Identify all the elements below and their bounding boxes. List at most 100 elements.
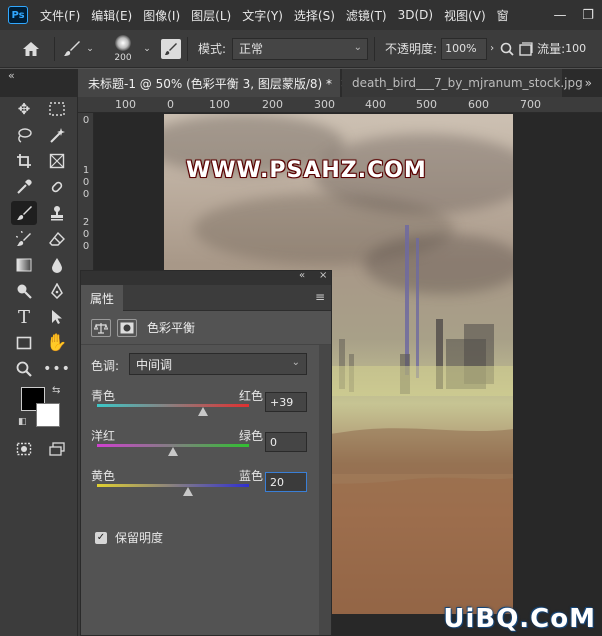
- brush-size-preview[interactable]: 200: [105, 32, 141, 66]
- separator: [374, 36, 376, 61]
- slider-thumb[interactable]: [168, 447, 178, 456]
- chevron-down-icon[interactable]: ⌄: [83, 44, 97, 54]
- ruler-label: 600: [468, 98, 489, 111]
- slider-thumb[interactable]: [183, 487, 194, 496]
- path-selection-tool-icon[interactable]: [44, 305, 70, 329]
- type-tool-icon[interactable]: T: [11, 305, 37, 329]
- brush-tip-icon: [115, 34, 131, 51]
- brush-tool-icon[interactable]: [11, 201, 37, 225]
- tab-active-document[interactable]: 未标题-1 @ 50% (色彩平衡 3, 图层蒙版/8) * ×: [78, 69, 350, 97]
- chevron-right-icon[interactable]: ›: [487, 43, 497, 54]
- opacity-value: 100%: [445, 42, 477, 55]
- menu-3d[interactable]: 3D(D): [398, 8, 433, 22]
- ruler-label: 0: [82, 115, 90, 126]
- tab-document-stock[interactable]: death_bird___7_by_mjranum_stock.jpg: [342, 69, 583, 97]
- tab-label: death_bird___7_by_mjranum_stock.jpg: [352, 76, 583, 90]
- default-colors-icon[interactable]: ◧: [18, 417, 27, 427]
- menu-layer[interactable]: 图层(L): [191, 7, 231, 24]
- menu-select[interactable]: 选择(S): [294, 7, 335, 24]
- hand-tool-icon[interactable]: ✋: [44, 331, 70, 355]
- ruler-horizontal[interactable]: 100 0 100 200 300 400 500 600 700: [78, 97, 602, 113]
- magic-wand-tool-icon[interactable]: [44, 123, 70, 147]
- balance-scale-icon[interactable]: [91, 318, 111, 337]
- preserve-luminosity-checkbox[interactable]: ✓: [95, 531, 107, 544]
- panel-title-strip: « ×: [81, 270, 331, 285]
- panel-scrollbar[interactable]: [319, 345, 331, 635]
- move-tool-icon[interactable]: ✥: [11, 97, 37, 121]
- menu-file[interactable]: 文件(F): [40, 7, 80, 24]
- gradient-tool-icon[interactable]: [11, 253, 37, 277]
- more-tabs-icon[interactable]: »: [585, 76, 592, 90]
- slider-track[interactable]: [97, 484, 249, 487]
- brush-settings-icon[interactable]: [161, 38, 181, 59]
- slider-value-input[interactable]: 0: [265, 432, 307, 452]
- collapse-toolbar-icon[interactable]: «: [8, 69, 15, 82]
- tone-select[interactable]: 中间调 ⌄: [129, 353, 307, 375]
- separator: [187, 36, 188, 61]
- menu-image[interactable]: 图像(I): [143, 7, 180, 24]
- healing-brush-tool-icon[interactable]: [44, 175, 70, 199]
- background-color-swatch[interactable]: [36, 403, 60, 427]
- collapse-panel-icon[interactable]: «: [299, 270, 305, 281]
- ruler-label: 400: [365, 98, 386, 111]
- ruler-label: 2: [82, 217, 90, 228]
- dodge-tool-icon[interactable]: [11, 279, 37, 303]
- minimize-button[interactable]: —: [546, 0, 574, 30]
- properties-panel: « × 属性 ≡ 色彩平衡 色调: 中间调 ⌄ 青色 红色 +39 洋红 绿色: [80, 270, 332, 636]
- menu-window[interactable]: 窗: [497, 7, 509, 24]
- pen-tool-icon[interactable]: [44, 279, 70, 303]
- ruler-label: 100: [115, 98, 136, 111]
- adjustment-title: 色彩平衡: [147, 321, 196, 335]
- more-tools-icon[interactable]: •••: [43, 357, 70, 381]
- site-watermark: UiBQ.CoM: [443, 604, 596, 634]
- slider-track[interactable]: [97, 404, 249, 407]
- home-icon[interactable]: [14, 34, 48, 64]
- window-controls: — ❐: [546, 0, 602, 30]
- opacity-input[interactable]: 100%: [441, 37, 488, 60]
- slider-value-input[interactable]: +39: [265, 392, 307, 412]
- chevron-down-icon: ⌄: [353, 41, 363, 53]
- swap-colors-icon[interactable]: ⇆: [52, 385, 60, 396]
- ruler-label: 0: [167, 98, 174, 111]
- color-balance-controls: 色调: 中间调 ⌄ 青色 红色 +39 洋红 绿色 0 黄色 蓝色 20 ✓ 保…: [81, 345, 331, 635]
- mode-label: 模式:: [198, 42, 227, 56]
- marquee-tool-icon[interactable]: [44, 97, 70, 121]
- crop-tool-icon[interactable]: [11, 149, 37, 173]
- rectangle-tool-icon[interactable]: [11, 331, 37, 355]
- flow-value[interactable]: 100: [565, 42, 586, 55]
- slider-right-label: 红色: [239, 389, 264, 403]
- pressure-opacity-icon[interactable]: [497, 42, 517, 56]
- menu-filter[interactable]: 滤镜(T): [346, 7, 387, 24]
- menu-view[interactable]: 视图(V): [444, 7, 486, 24]
- slider-left-label: 青色: [91, 389, 116, 403]
- slider-yellow-blue: 黄色 蓝色 20: [91, 467, 323, 507]
- screen-mode-icon[interactable]: [44, 437, 70, 461]
- blend-mode-select[interactable]: 正常 ⌄: [232, 37, 369, 60]
- preserve-luminosity-option[interactable]: ✓ 保留明度: [95, 529, 163, 546]
- close-icon[interactable]: ×: [319, 270, 327, 281]
- menu-edit[interactable]: 编辑(E): [91, 7, 132, 24]
- ruler-label: 0: [82, 229, 90, 240]
- zoom-tool-icon[interactable]: [11, 357, 37, 381]
- flow-icon[interactable]: [517, 41, 535, 56]
- stamp-tool-icon[interactable]: [44, 201, 70, 225]
- ruler-label: 0: [82, 189, 90, 200]
- chevron-down-icon[interactable]: ⌄: [141, 44, 153, 54]
- eyedropper-tool-icon[interactable]: [11, 175, 37, 199]
- blur-tool-icon[interactable]: [44, 253, 70, 277]
- history-brush-tool-icon[interactable]: [11, 227, 37, 251]
- lasso-tool-icon[interactable]: [11, 123, 37, 147]
- menu-type[interactable]: 文字(Y): [242, 7, 283, 24]
- tone-label: 色调:: [91, 359, 120, 373]
- canvas-watermark-text: WWW.PSAHZ.COM: [186, 158, 427, 183]
- eraser-tool-icon[interactable]: [44, 227, 70, 251]
- layer-mask-icon[interactable]: [117, 318, 137, 337]
- panel-menu-icon[interactable]: ≡: [315, 290, 325, 304]
- quick-mask-icon[interactable]: [11, 437, 37, 461]
- frame-tool-icon[interactable]: [44, 149, 70, 173]
- brush-preset-icon[interactable]: [61, 34, 83, 64]
- slider-thumb[interactable]: [197, 407, 208, 416]
- tab-properties[interactable]: 属性: [81, 285, 123, 311]
- restore-button[interactable]: ❐: [574, 0, 602, 30]
- slider-value-input[interactable]: 20: [265, 472, 307, 492]
